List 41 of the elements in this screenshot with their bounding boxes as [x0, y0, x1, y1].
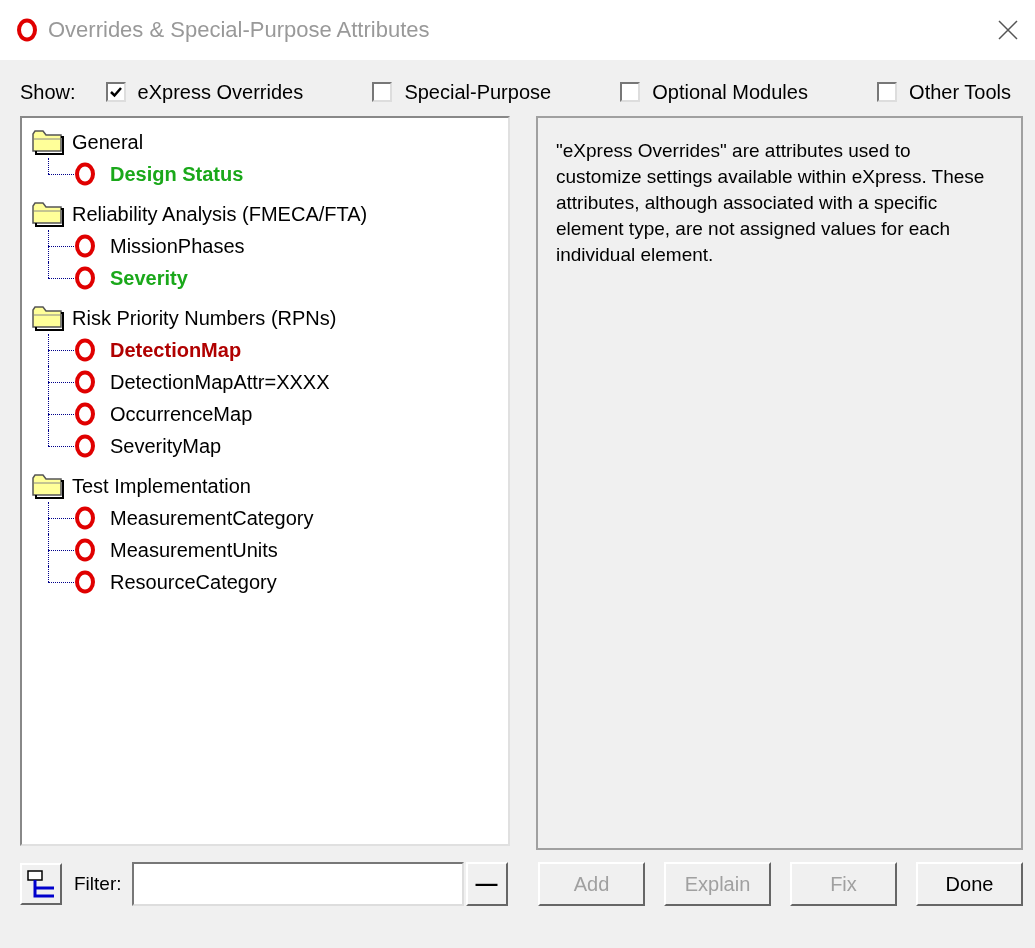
ring-icon [74, 162, 96, 186]
folder-icon [32, 473, 64, 499]
option-checkbox[interactable]: Optional Modules [620, 80, 808, 104]
ring-icon [74, 570, 96, 594]
ring-icon [74, 506, 96, 530]
option-checkbox[interactable]: Special-Purpose [372, 80, 552, 104]
tree-item[interactable]: Test Implementation [32, 470, 498, 502]
tree-view-button[interactable] [20, 863, 62, 905]
window-title: Overrides & Special-Purpose Attributes [48, 17, 431, 43]
folder-icon [32, 305, 64, 331]
tree-item[interactable]: MeasurementUnits [32, 534, 498, 566]
folder-icon [32, 129, 64, 155]
filter-label: Filter: [74, 873, 122, 895]
ring-icon [74, 538, 96, 562]
ring-icon [74, 338, 96, 362]
dialog-button[interactable]: Done [916, 862, 1023, 906]
tree-item[interactable]: MeasurementCategory [32, 502, 498, 534]
tree-item[interactable]: MissionPhases [32, 230, 498, 262]
option-checkbox[interactable]: Other Tools [877, 80, 1011, 104]
ring-icon [74, 434, 96, 458]
description-text: "eXpress Overrides" are attributes used to customize settings available within eXpress. These attributes, although associated with a specific element type, are not assigned values for each individual element. [556, 139, 986, 267]
filter-field[interactable] [131, 862, 464, 906]
tree-item[interactable]: DetectionMapAttr=XXXX [32, 366, 498, 398]
tree-item[interactable]: Risk Priority Numbers (RPNs) [32, 302, 498, 334]
show-label: Show: [20, 80, 76, 104]
tree-item[interactable]: OccurrenceMap [32, 398, 498, 430]
ring-icon [74, 266, 96, 290]
tree-item[interactable]: Reliability Analysis (FMECA/FTA) [32, 198, 498, 230]
ring-icon [74, 402, 96, 426]
ring-icon [74, 370, 96, 394]
close-icon[interactable] [997, 19, 1019, 41]
option-checkbox[interactable]: eXpress Overrides [105, 80, 304, 104]
app-logo-icon [16, 18, 38, 42]
ring-icon [74, 234, 96, 258]
folder-icon [32, 201, 64, 227]
tree-item[interactable]: ResourceCategory [32, 566, 498, 598]
clear-filter-button[interactable]: — [465, 862, 508, 906]
tree-item[interactable]: SeverityMap [32, 430, 498, 462]
tree-item[interactable]: General [32, 126, 498, 158]
tree-item[interactable]: DetectionMap [32, 334, 498, 366]
check-icon [109, 86, 122, 98]
